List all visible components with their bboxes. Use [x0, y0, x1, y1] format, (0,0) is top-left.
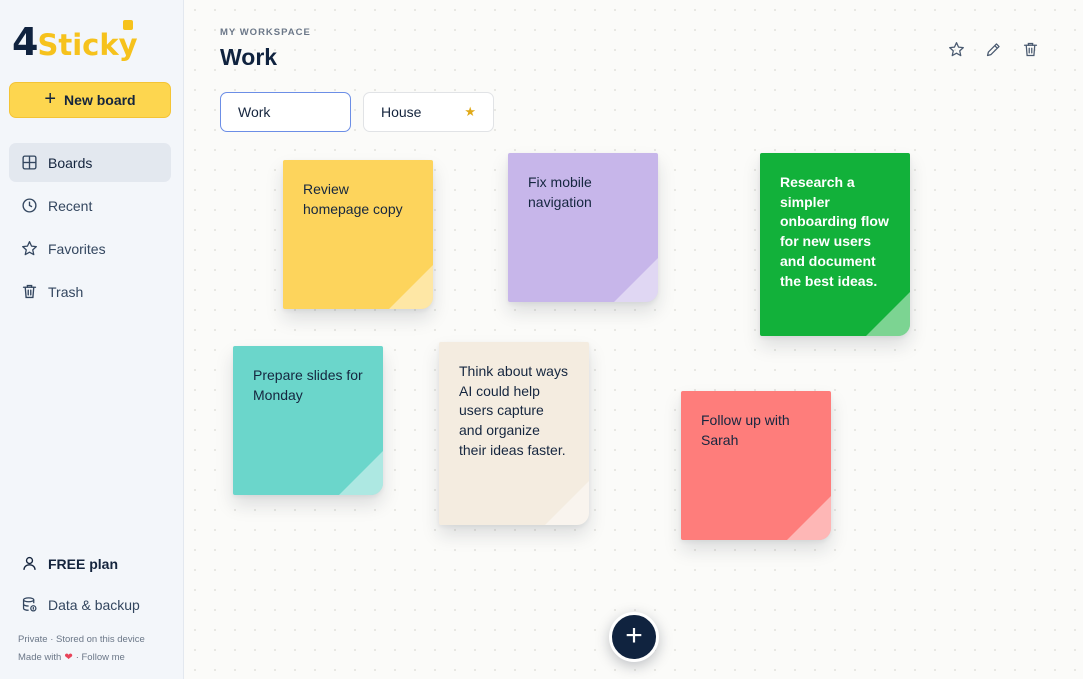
page-curl: [389, 265, 433, 309]
note-text: Follow up with Sarah: [701, 412, 790, 448]
new-board-button[interactable]: + New board: [9, 82, 171, 118]
sidebar-item-label: Favorites: [48, 240, 106, 257]
sticky-note[interactable]: Think about ways AI could help users cap…: [439, 342, 589, 525]
board-canvas[interactable]: MY WORKSPACE Work Work House ★ Review ho…: [185, 0, 1083, 679]
note-text: Prepare slides for Monday: [253, 367, 363, 403]
page-title: Work: [220, 44, 278, 70]
credits: Made with ❤ · Follow me: [18, 652, 125, 663]
logo-word: Sticky: [37, 28, 138, 62]
tab-label: Work: [238, 104, 271, 120]
logo-digit: 4: [12, 20, 38, 64]
page-curl: [866, 292, 910, 336]
logo-spark-icon: [123, 20, 133, 30]
heart-icon: ❤: [64, 652, 73, 663]
grid-icon: [22, 155, 37, 170]
tab-work[interactable]: Work: [220, 92, 351, 132]
made-with-label: Made with: [18, 652, 62, 663]
new-board-label: New board: [64, 92, 136, 108]
page-curl: [545, 481, 589, 525]
privacy-note: Private · Stored on this device: [18, 634, 145, 645]
database-icon: [22, 597, 37, 612]
note-text: Review homepage copy: [303, 181, 403, 217]
sidebar-item-label: Boards: [48, 154, 93, 171]
page-curl: [614, 258, 658, 302]
follow-me-link[interactable]: · Follow me: [76, 652, 125, 663]
page-curl: [787, 496, 831, 540]
board-tabs: Work House ★: [220, 92, 494, 132]
sidebar-item-boards[interactable]: Boards: [9, 143, 171, 182]
plus-icon: +: [44, 88, 57, 110]
sticky-note[interactable]: Review homepage copy: [283, 160, 433, 309]
board-actions: [948, 41, 1039, 58]
add-note-button[interactable]: +: [609, 612, 659, 662]
sidebar-nav: Boards Recent Favorites Trash: [9, 143, 171, 315]
favorite-star-icon: ★: [464, 104, 476, 119]
star-outline-icon[interactable]: [948, 41, 965, 58]
plus-icon: +: [625, 618, 643, 652]
sidebar-item-label: Recent: [48, 197, 93, 214]
sidebar-item-favorites[interactable]: Favorites: [9, 229, 171, 268]
star-icon: [22, 241, 37, 256]
workspace-label: MY WORKSPACE: [220, 27, 311, 38]
note-text: Think about ways AI could help users cap…: [459, 363, 568, 458]
note-text: Fix mobile navigation: [528, 174, 592, 210]
user-icon: [23, 556, 36, 570]
sticky-note[interactable]: Follow up with Sarah: [681, 391, 831, 540]
sidebar-item-recent[interactable]: Recent: [9, 186, 171, 225]
pencil-icon[interactable]: [985, 41, 1002, 58]
trash-icon[interactable]: [1022, 41, 1039, 58]
sidebar-item-trash[interactable]: Trash: [9, 272, 171, 311]
sticky-note[interactable]: Fix mobile navigation: [508, 153, 658, 302]
tab-label: House: [381, 104, 422, 120]
data-backup-link[interactable]: Data & backup: [21, 596, 140, 613]
sidebar: 4 Sticky + New board Boards Recent Favor…: [0, 0, 184, 679]
page-curl: [339, 451, 383, 495]
sidebar-item-label: Trash: [48, 283, 84, 300]
free-plan-label: FREE plan: [48, 555, 119, 572]
trash-icon: [22, 284, 37, 299]
free-plan-link[interactable]: FREE plan: [21, 555, 118, 572]
sticky-note[interactable]: Research a simpler onboarding flow for n…: [760, 153, 910, 336]
clock-icon: [22, 198, 37, 213]
data-backup-label: Data & backup: [48, 596, 140, 613]
tab-house[interactable]: House ★: [363, 92, 494, 132]
sticky-note[interactable]: Prepare slides for Monday: [233, 346, 383, 495]
app-logo[interactable]: 4 Sticky: [12, 20, 138, 64]
note-text: Research a simpler onboarding flow for n…: [780, 174, 889, 289]
